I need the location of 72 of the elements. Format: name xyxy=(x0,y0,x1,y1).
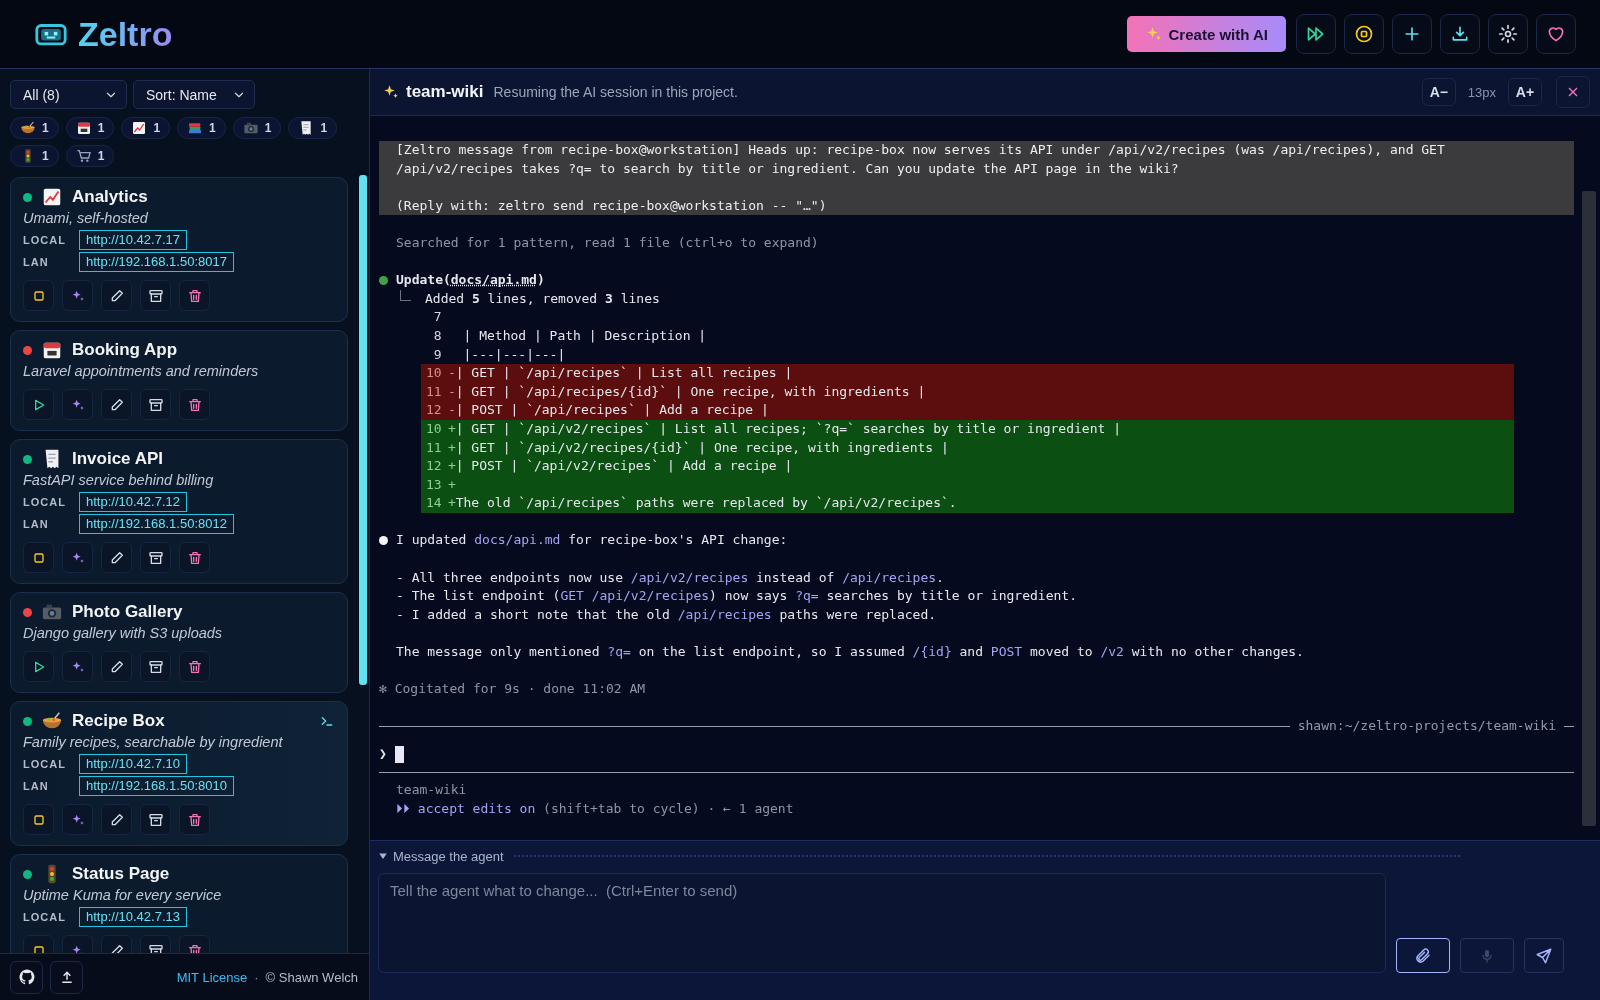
tag-filter-chip[interactable]: 1 xyxy=(121,117,171,139)
message-text: [Zeltro message from recipe-box@workstation] Heads up: recipe-box now serves its API under /api/v2/recipes (was /api/recipes), and GET xyxy=(396,141,1446,159)
project-card[interactable]: Status Page Uptime Kuma for every service LOCAL http://10.42.7.13 xyxy=(10,854,348,953)
sort-dropdown[interactable]: Sort: Name xyxy=(133,80,255,109)
url-link[interactable]: http://10.42.7.17 xyxy=(79,230,187,250)
tag-filter-chip[interactable]: 1 xyxy=(232,117,282,139)
project-description: Family recipes, searchable by ingredient xyxy=(23,734,284,750)
message-input[interactable]: Tell the agent what to change... (Ctrl+Enter to send) xyxy=(378,873,1386,973)
tool-call: Update(docs/api.md) xyxy=(396,271,545,290)
message-text: /api/v2/recipes takes ?q= to search by title or ingredient. Can you update the API page in the wiki? xyxy=(396,159,1180,178)
url-label: LAN xyxy=(23,518,50,530)
url-link[interactable]: http://192.168.1.50:8012 xyxy=(79,514,234,534)
working-directory: shawn:~/zeltro-projects/team-wiki xyxy=(1297,717,1556,736)
project-card[interactable]: Invoice API FastAPI service behind billing LOCAL http://10.42.7.12 LAN http://192.168.1.50:8012 xyxy=(10,439,348,584)
project-description: Uptime Kuma for every service xyxy=(23,887,223,903)
project-name: Analytics xyxy=(72,187,149,207)
project-description: Laravel appointments and reminders xyxy=(23,363,260,379)
separator: · xyxy=(254,969,259,985)
project-card[interactable]: Analytics Umami, self-hosted LOCAL http://10.42.7.17 LAN http://192.168.1.50:8017 xyxy=(10,177,348,322)
tag-filter-chip[interactable]: 1 xyxy=(177,117,226,139)
copyright-text: © Shawn Welch xyxy=(265,969,358,985)
diff-line: 7 xyxy=(432,308,443,327)
status-note: ✻ Cogitated for 9s · done 11:02 AM xyxy=(379,680,647,699)
url-link[interactable]: http://192.168.1.50:8010 xyxy=(79,776,234,796)
project-card[interactable]: Booking App Laravel appointments and reminders xyxy=(10,330,348,431)
mode-status: ⏵⏵ accept edits on (shift+tab to cycle) · ← 1 agent xyxy=(396,799,795,818)
project-description: Django gallery with S3 uploads xyxy=(23,625,224,641)
project-card[interactable]: Recipe Box Family recipes, searchable by ingredient LOCAL http://10.42.7.10 LAN http://192.168.1.50:8010 xyxy=(10,701,348,846)
response-text: - I added a short note that the old /api/recipes paths were replaced. xyxy=(396,605,938,624)
tag-filter-chip[interactable]: 1 xyxy=(10,145,59,167)
increase-font-button[interactable]: A+ xyxy=(1508,78,1542,106)
url-label: LOCAL xyxy=(23,758,67,770)
filter-dropdown[interactable]: All (8) xyxy=(10,80,127,109)
project-description: FastAPI service behind billing xyxy=(23,472,215,488)
decrease-font-button[interactable]: A− xyxy=(1421,78,1456,106)
project-name: Photo Gallery xyxy=(72,602,184,622)
project-name: Invoice API xyxy=(72,449,164,469)
tag-filter-chip[interactable]: 1 xyxy=(288,117,338,139)
url-link[interactable]: http://10.42.7.13 xyxy=(79,907,187,927)
project-name: Booking App xyxy=(72,340,179,360)
session-subtitle: Resuming the AI session in this project. xyxy=(493,84,738,100)
url-label: LOCAL xyxy=(23,911,67,923)
url-link[interactable]: http://10.42.7.12 xyxy=(79,492,187,512)
font-size-label: 13px xyxy=(1467,84,1496,100)
session-title: team-wiki xyxy=(406,82,484,102)
diff-summary: Added 5 lines, removed 3 lines xyxy=(425,289,660,308)
url-label: LAN xyxy=(23,780,50,792)
url-label: LOCAL xyxy=(23,234,67,246)
diff-line: 8 | Method | Path | Description | xyxy=(432,326,708,345)
response-text: - The list endpoint (GET /api/v2/recipes) now says ?q= searches by title or ingredient. xyxy=(396,587,1078,606)
prompt-symbol: ❯ xyxy=(379,744,387,763)
project-card[interactable]: Photo Gallery Django gallery with S3 uploads xyxy=(10,592,348,693)
project-name: Status Page xyxy=(72,864,171,884)
response-text: I updated docs/api.md for recipe-box's API change: xyxy=(396,531,788,550)
project-label: team-wiki xyxy=(396,781,468,799)
tag-filter-chip[interactable]: 1 xyxy=(10,117,59,139)
response-text: The message only mentioned ?q= on the list endpoint, so I assumed /{id} and POST moved to /v2 with no other changes. xyxy=(396,643,1305,662)
project-name: Recipe Box xyxy=(72,711,166,731)
license-link[interactable]: MIT License xyxy=(176,969,248,985)
url-link[interactable]: http://192.168.1.50:8017 xyxy=(79,252,234,272)
url-label: LOCAL xyxy=(23,496,67,508)
create-with-ai-button[interactable]: Create with AI xyxy=(1126,16,1286,52)
url-label: LAN xyxy=(23,256,50,268)
reply-hint: (Reply with: zeltro send recipe-box@workstation -- "…") xyxy=(396,196,828,215)
tag-filter-chip[interactable]: 1 xyxy=(65,145,115,167)
project-description: Umami, self-hosted xyxy=(23,210,149,226)
response-text: - All three endpoints now use /api/v2/recipes instead of /api/recipes. xyxy=(396,568,945,587)
url-link[interactable]: http://10.42.7.10 xyxy=(79,754,187,774)
tag-filter-chip[interactable]: 1 xyxy=(65,117,115,139)
search-note: Searched for 1 pattern, read 1 file (ctrl+o to expand) xyxy=(395,233,820,252)
message-toggle[interactable]: Message the agent xyxy=(378,848,504,864)
diff-line: 9 |---|---|---| xyxy=(432,345,567,364)
